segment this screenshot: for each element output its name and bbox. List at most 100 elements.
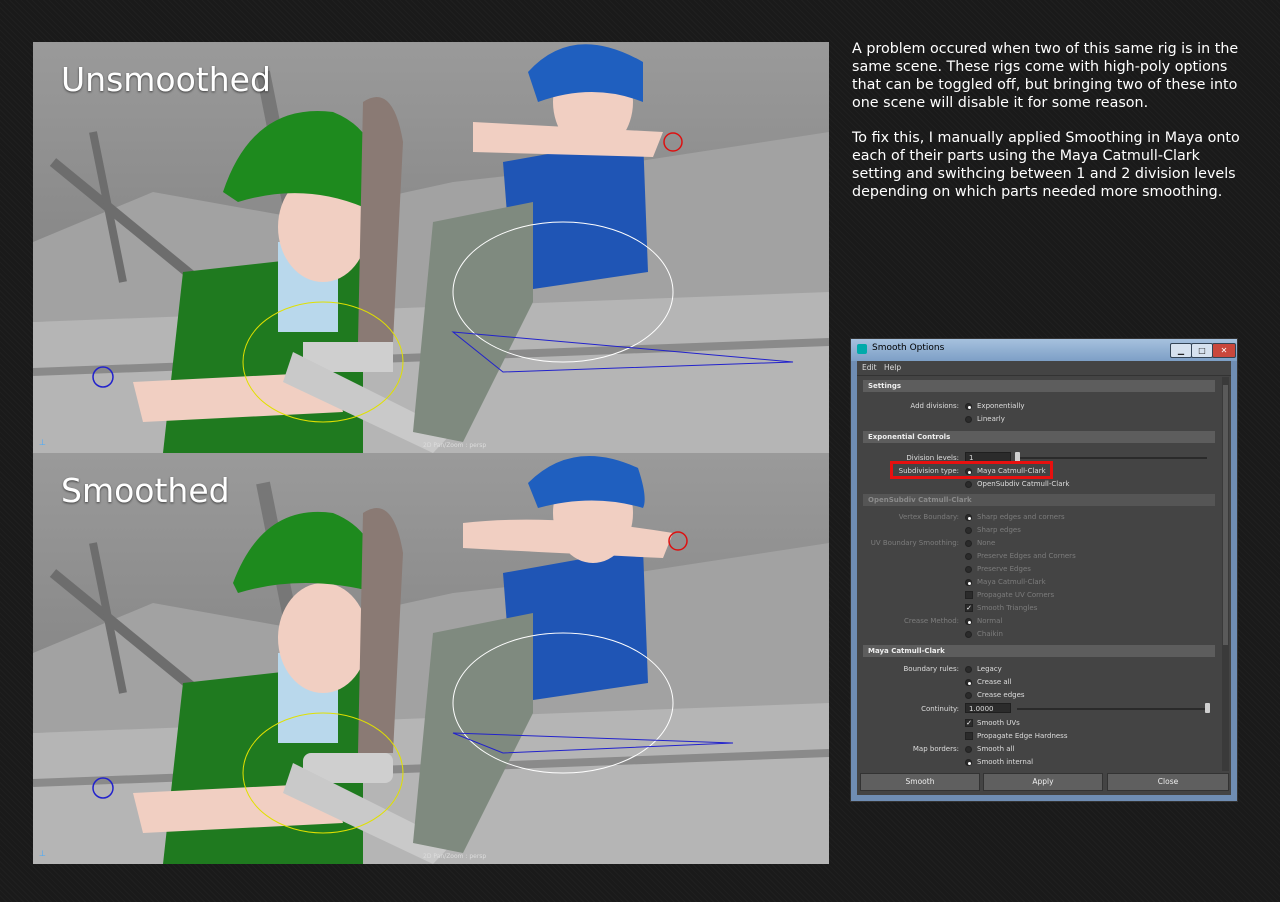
menu-help[interactable]: Help xyxy=(884,363,901,372)
radio-exponentially[interactable]: Exponentially xyxy=(965,402,1024,410)
description-paragraph-2: To fix this, I manually applied Smoothin… xyxy=(852,130,1240,200)
radio-dot-icon xyxy=(965,540,972,547)
option-label: Sharp edges xyxy=(977,526,1021,534)
radio-crease-normal: Normal xyxy=(965,617,1002,625)
radio-uv-none: None xyxy=(965,539,995,547)
option-label: Smooth all xyxy=(977,745,1015,753)
smooth-button[interactable]: Smooth xyxy=(860,773,980,791)
section-settings[interactable]: Settings xyxy=(863,380,1215,392)
boundary-rules-label: Boundary rules: xyxy=(903,665,959,673)
radio-dot-icon xyxy=(965,618,972,625)
radio-crease-chaikin: Chaikin xyxy=(965,630,1003,638)
radio-dot-icon xyxy=(965,579,972,586)
radio-uv-maya-catmull-clark: Maya Catmull-Clark xyxy=(965,578,1046,586)
window-close-button[interactable]: ✕ xyxy=(1212,343,1236,358)
section-opensubdiv: OpenSubdiv Catmull-Clark xyxy=(863,494,1215,506)
radio-linearly[interactable]: Linearly xyxy=(965,415,1005,423)
option-label: Legacy xyxy=(977,665,1002,673)
apply-button[interactable]: Apply xyxy=(983,773,1103,791)
option-label: OpenSubdiv Catmull-Clark xyxy=(977,480,1070,488)
viewport-smoothed: Smoothed 2D Pan/Zoom : persp ⊥ xyxy=(33,453,829,864)
radio-dot-icon xyxy=(965,403,972,410)
radio-sharp-edges-and-corners: Sharp edges and corners xyxy=(965,513,1065,521)
continuity-slider-handle[interactable] xyxy=(1205,703,1210,713)
option-label: Smooth UVs xyxy=(977,719,1020,727)
dialog-body: Edit Help Settings Add divisions: Expone… xyxy=(857,361,1231,795)
dialog-titlebar[interactable]: Smooth Options ▁ □ ✕ xyxy=(851,339,1237,361)
option-label: Maya Catmull-Clark xyxy=(977,578,1046,586)
radio-dot-icon xyxy=(965,746,972,753)
add-divisions-label: Add divisions: xyxy=(910,402,959,410)
maya-app-icon xyxy=(857,344,867,354)
radio-legacy[interactable]: Legacy xyxy=(965,665,1002,673)
radio-dot-icon xyxy=(965,514,972,521)
radio-dot-icon xyxy=(965,416,972,423)
option-label: Propagate UV Corners xyxy=(977,591,1055,599)
radio-sharp-edges: Sharp edges xyxy=(965,526,1021,534)
option-label: Preserve Edges xyxy=(977,565,1031,573)
option-label: Linearly xyxy=(977,415,1005,423)
scene-render xyxy=(33,456,829,864)
option-label: Crease all xyxy=(977,678,1012,686)
radio-dot-icon xyxy=(965,692,972,699)
option-label: Sharp edges and corners xyxy=(977,513,1065,521)
continuity-slider[interactable] xyxy=(1017,708,1207,710)
vertex-boundary-label: Vertex Boundary: xyxy=(898,513,959,521)
option-label: Preserve Edges and Corners xyxy=(977,552,1076,560)
option-label: None xyxy=(977,539,996,547)
option-label: Smooth internal xyxy=(977,758,1034,766)
map-borders-label: Map borders: xyxy=(912,745,959,753)
axis-icon: ⊥ xyxy=(39,438,46,447)
radio-smooth-all[interactable]: Smooth all xyxy=(965,745,1014,753)
radio-smooth-internal[interactable]: Smooth internal xyxy=(965,758,1033,766)
close-button[interactable]: Close xyxy=(1107,773,1229,791)
radio-crease-all[interactable]: Crease all xyxy=(965,678,1012,686)
option-label: Crease edges xyxy=(977,691,1025,699)
viewport-hud: 2D Pan/Zoom : persp xyxy=(423,853,487,860)
checkbox-icon xyxy=(965,591,973,599)
axis-icon: ⊥ xyxy=(39,849,46,858)
section-exponential-controls[interactable]: Exponential Controls xyxy=(863,431,1215,443)
continuity-field[interactable]: 1.0000 xyxy=(965,703,1011,713)
checkbox-propagate-uv-corners: Propagate UV Corners xyxy=(965,591,1054,599)
radio-dot-icon xyxy=(965,481,972,488)
checkbox-icon xyxy=(965,732,973,740)
menu-edit[interactable]: Edit xyxy=(862,363,877,372)
continuity-label: Continuity: xyxy=(921,705,959,713)
radio-dot-icon xyxy=(965,679,972,686)
viewport-hud: 2D Pan/Zoom : persp xyxy=(423,442,487,449)
radio-dot-icon xyxy=(965,666,972,673)
checkbox-smooth-uvs[interactable]: ✓ Smooth UVs xyxy=(965,719,1020,727)
division-levels-slider[interactable] xyxy=(1017,457,1207,459)
menu-bar: Edit Help xyxy=(857,361,1231,376)
radio-dot-icon xyxy=(965,631,972,638)
viewport-unsmoothed: Unsmoothed 2D Pan/Zoom : persp ⊥ xyxy=(33,42,829,453)
dialog-title: Smooth Options xyxy=(872,343,945,353)
vertical-scrollbar[interactable] xyxy=(1222,377,1229,771)
radio-dot-icon xyxy=(965,553,972,560)
option-label: Propagate Edge Hardness xyxy=(977,732,1068,740)
minimize-button[interactable]: ▁ xyxy=(1170,343,1192,358)
scene-render xyxy=(33,44,829,453)
option-label: Chaikin xyxy=(977,630,1003,638)
highlight-annotation xyxy=(890,461,1053,479)
radio-opensubdiv-catmull-clark[interactable]: OpenSubdiv Catmull-Clark xyxy=(965,480,1069,488)
crease-method-label: Crease Method: xyxy=(904,617,959,625)
section-maya-catmull-clark[interactable]: Maya Catmull-Clark xyxy=(863,645,1215,657)
smooth-options-dialog: Smooth Options ▁ □ ✕ Edit Help Settings … xyxy=(850,338,1238,802)
options-scroll-area: Settings Add divisions: Exponentially Li… xyxy=(859,377,1219,771)
scrollbar-thumb[interactable] xyxy=(1223,385,1228,645)
checkbox-smooth-triangles: ✓ Smooth Triangles xyxy=(965,604,1037,612)
radio-crease-edges[interactable]: Crease edges xyxy=(965,691,1025,699)
option-label: Normal xyxy=(977,617,1003,625)
description-paragraph-1: A problem occured when two of this same … xyxy=(852,41,1239,111)
viewport-label: Smoothed xyxy=(61,471,230,510)
maximize-button[interactable]: □ xyxy=(1191,343,1213,358)
radio-dot-icon xyxy=(965,566,972,573)
checkmark-icon: ✓ xyxy=(965,719,973,727)
radio-uv-preserve-edges: Preserve Edges xyxy=(965,565,1031,573)
option-label: Smooth Triangles xyxy=(977,604,1038,612)
radio-dot-icon xyxy=(965,759,972,766)
radio-uv-preserve-edges-corners: Preserve Edges and Corners xyxy=(965,552,1076,560)
checkbox-propagate-edge-hardness[interactable]: Propagate Edge Hardness xyxy=(965,732,1067,740)
